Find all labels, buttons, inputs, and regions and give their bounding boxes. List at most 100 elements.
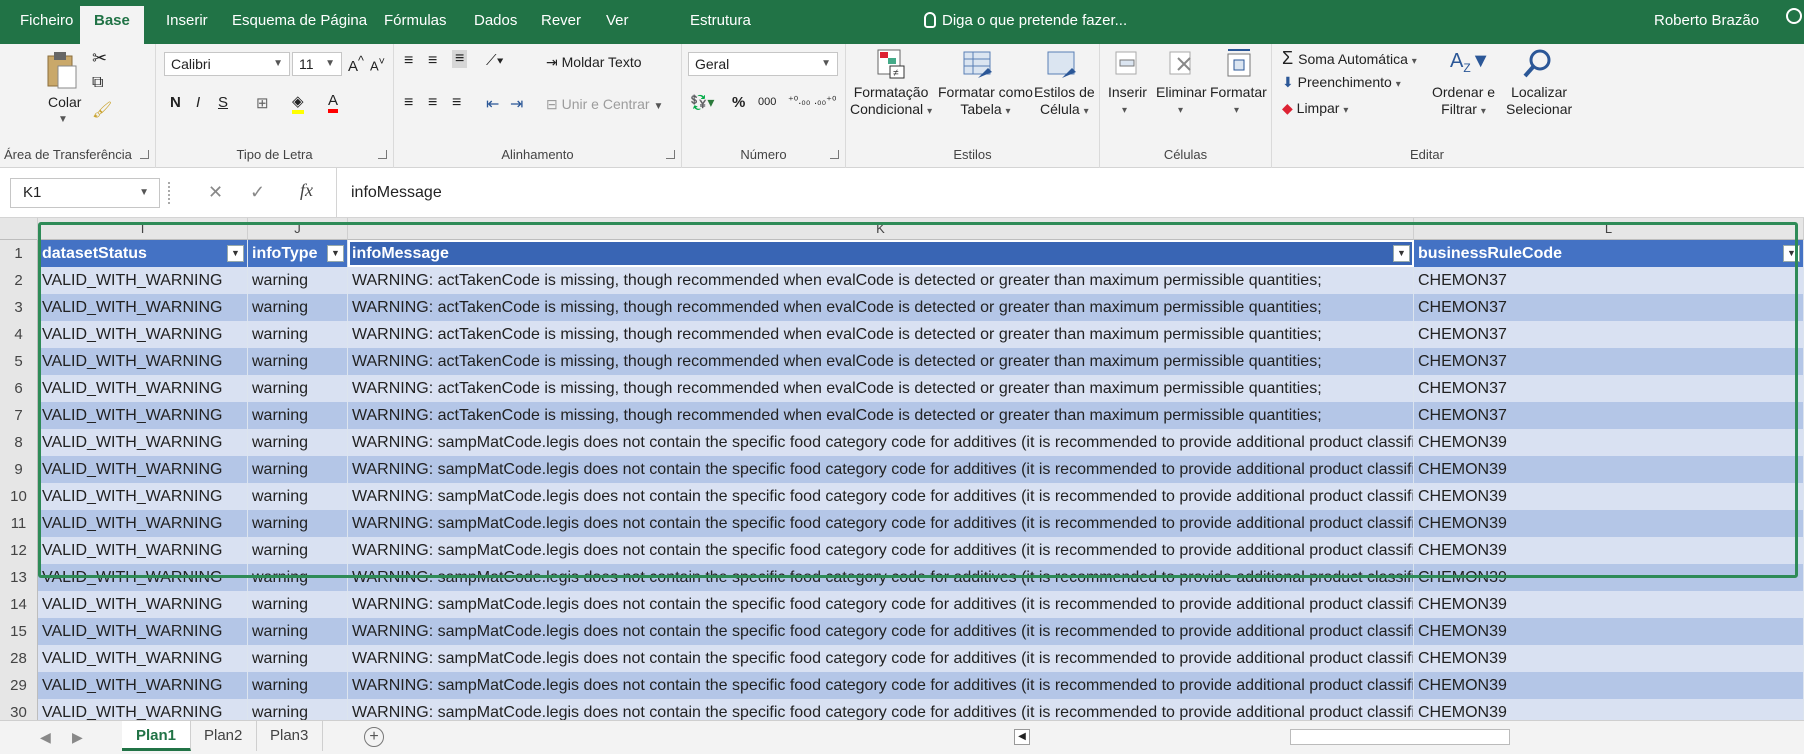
cell-info-type[interactable]: warning [248,483,348,510]
format-painter-icon[interactable]: 🖌 [92,100,112,120]
cell-dataset-status[interactable]: VALID_WITH_WARNING [38,699,248,720]
cell-info-type[interactable]: warning [248,510,348,537]
scroll-left-icon[interactable]: ◀ [1014,729,1030,745]
cell-business-rule-code[interactable]: CHEMON39 [1414,537,1804,564]
cell-info-message[interactable]: WARNING: actTakenCode is missing, though… [348,321,1414,348]
wrap-text-button[interactable]: ⇥ Moldar Texto [546,54,642,71]
paste-dropdown-icon[interactable]: ▼ [58,114,68,125]
row-header[interactable]: 15 [0,618,38,645]
cell-business-rule-code[interactable]: CHEMON39 [1414,483,1804,510]
cell-business-rule-code[interactable]: CHEMON39 [1414,456,1804,483]
tab-home[interactable]: Base [80,6,144,44]
cell-business-rule-code[interactable]: CHEMON37 [1414,402,1804,429]
underline-icon[interactable]: S [218,94,228,111]
row-header[interactable]: 3 [0,294,38,321]
row-header[interactable]: 4 [0,321,38,348]
cancel-icon[interactable]: ✕ [208,182,223,203]
autosum-button[interactable]: Σ Soma Automática ▾ [1282,48,1417,69]
cell-business-rule-code[interactable]: CHEMON39 [1414,591,1804,618]
cell-business-rule-code[interactable]: CHEMON39 [1414,429,1804,456]
row-header[interactable]: 30 [0,699,38,720]
cell-dataset-status[interactable]: VALID_WITH_WARNING [38,591,248,618]
align-bottom-icon[interactable]: ≡ [452,50,468,68]
align-right-icon[interactable]: ≡ [452,94,461,112]
font-name-select[interactable]: Calibri ▼ [164,52,290,76]
cell-business-rule-code[interactable]: CHEMON39 [1414,510,1804,537]
horizontal-scrollbar-thumb[interactable] [1290,729,1510,745]
cell-dataset-status[interactable]: VALID_WITH_WARNING [38,618,248,645]
sheet-tab-plan2[interactable]: Plan2 [190,721,258,751]
header-business-rule-code[interactable]: businessRuleCode ▼ [1414,240,1804,267]
align-left-icon[interactable]: ≡ [404,94,413,112]
row-header[interactable]: 8 [0,429,38,456]
column-header-j[interactable]: J [248,218,348,240]
cell-info-type[interactable]: warning [248,537,348,564]
tab-data[interactable]: Dados [468,10,523,44]
insert-function-icon[interactable]: fx [300,180,313,201]
cell-dataset-status[interactable]: VALID_WITH_WARNING [38,321,248,348]
formula-input[interactable]: infoMessage [336,168,1804,218]
column-header-k[interactable]: K [348,218,1414,240]
column-header-l[interactable]: L [1414,218,1804,240]
cell-info-type[interactable]: warning [248,294,348,321]
formula-bar-splitter[interactable] [168,182,170,204]
currency-icon[interactable]: 💱▾ [690,94,714,111]
tab-insert[interactable]: Inserir [160,10,214,44]
cell-info-type[interactable]: warning [248,375,348,402]
number-format-select[interactable]: Geral ▼ [688,52,838,76]
row-header[interactable]: 14 [0,591,38,618]
cell-dataset-status[interactable]: VALID_WITH_WARNING [38,672,248,699]
cell-business-rule-code[interactable]: CHEMON39 [1414,672,1804,699]
cell-dataset-status[interactable]: VALID_WITH_WARNING [38,267,248,294]
row-header[interactable]: 5 [0,348,38,375]
tab-file[interactable]: Ficheiro [14,10,79,44]
cell-info-message[interactable]: WARNING: sampMatCode.legis does not cont… [348,645,1414,672]
tab-formulas[interactable]: Fórmulas [378,10,453,44]
cut-icon[interactable]: ✂ [92,48,107,69]
cell-info-message[interactable]: WARNING: sampMatCode.legis does not cont… [348,456,1414,483]
add-sheet-icon[interactable]: + [364,727,384,747]
next-sheet-icon[interactable]: ▶ [72,729,83,746]
cell-info-message[interactable]: WARNING: sampMatCode.legis does not cont… [348,618,1414,645]
row-header[interactable]: 13 [0,564,38,591]
font-size-select[interactable]: 11 ▼ [292,52,342,76]
cell-info-message[interactable]: WARNING: sampMatCode.legis does not cont… [348,591,1414,618]
header-info-message[interactable]: infoMessage ▼ [348,240,1414,267]
filter-dropdown-icon[interactable]: ▼ [327,245,344,262]
cell-info-type[interactable]: warning [248,321,348,348]
bold-icon[interactable]: N [170,94,181,111]
tab-review[interactable]: Rever [535,10,587,44]
user-name[interactable]: Roberto Brazão [1654,10,1759,32]
cell-business-rule-code[interactable]: CHEMON37 [1414,348,1804,375]
row-header[interactable]: 12 [0,537,38,564]
row-header[interactable]: 9 [0,456,38,483]
tab-view[interactable]: Ver [600,10,635,44]
delete-cells-button[interactable]: Eliminar ▾ [1156,84,1207,116]
decrease-indent-icon[interactable]: ⇤ [486,94,499,114]
cell-business-rule-code[interactable]: CHEMON37 [1414,321,1804,348]
italic-icon[interactable]: I [196,94,200,111]
cell-business-rule-code[interactable]: CHEMON39 [1414,564,1804,591]
alignment-launcher-icon[interactable] [666,150,675,159]
cell-business-rule-code[interactable]: CHEMON37 [1414,375,1804,402]
shrink-font-icon[interactable]: A˅ [370,56,385,73]
name-box[interactable]: K1 ▼ [10,178,160,208]
row-header[interactable]: 1 [0,240,38,267]
enter-icon[interactable]: ✓ [250,182,265,203]
cell-dataset-status[interactable]: VALID_WITH_WARNING [38,645,248,672]
row-header[interactable]: 10 [0,483,38,510]
tab-page-layout[interactable]: Esquema de Página [226,10,373,44]
filter-dropdown-icon[interactable]: ▼ [1393,245,1410,262]
cell-dataset-status[interactable]: VALID_WITH_WARNING [38,564,248,591]
cell-info-message[interactable]: WARNING: sampMatCode.legis does not cont… [348,429,1414,456]
paste-icon[interactable] [44,50,80,90]
cell-info-type[interactable]: warning [248,672,348,699]
orientation-icon[interactable]: ⟋▾ [486,52,504,69]
fill-color-icon[interactable]: ◈ [292,92,304,114]
cell-dataset-status[interactable]: VALID_WITH_WARNING [38,402,248,429]
cell-info-message[interactable]: WARNING: actTakenCode is missing, though… [348,348,1414,375]
align-middle-icon[interactable]: ≡ [428,52,437,70]
select-all-corner[interactable] [0,218,38,240]
cell-info-message[interactable]: WARNING: actTakenCode is missing, though… [348,402,1414,429]
cell-info-type[interactable]: warning [248,429,348,456]
